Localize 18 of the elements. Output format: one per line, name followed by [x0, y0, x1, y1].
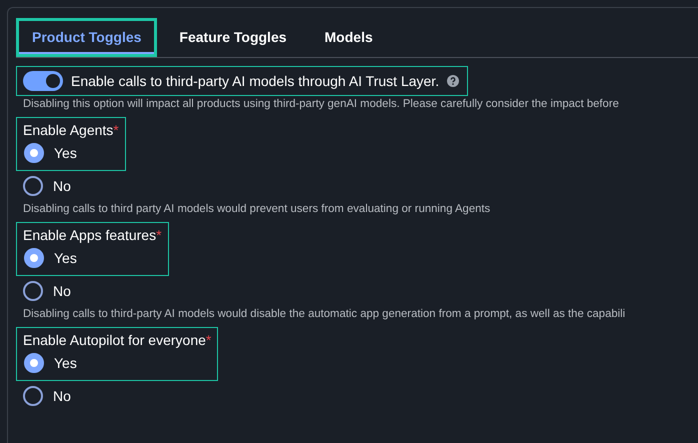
tab[interactable]: Models: [308, 18, 389, 57]
tab[interactable]: Product Toggles: [16, 18, 158, 57]
tab[interactable]: Feature Toggles: [163, 18, 303, 57]
radio-option[interactable]: No: [16, 381, 698, 411]
radio-option[interactable]: No: [16, 276, 698, 306]
description: Disabling this option will impact all products using third-party genAI models. Please carefully consider the impact before: [22, 97, 620, 112]
radio-option[interactable]: No: [16, 171, 698, 201]
toggle-switch[interactable]: [23, 71, 63, 91]
field-label: Enable Autopilot for everyone*: [23, 332, 212, 348]
description: Disabling calls to third party AI models would prevent users from evaluating or running Agents: [22, 202, 492, 217]
help-icon[interactable]: [447, 75, 460, 87]
description: Disabling calls to third-party AI models would disable the automatic app generation from a prompt, as well as the capabili: [22, 307, 626, 322]
toggle-label: Enable calls to third-party AI models through AI Trust Layer.: [71, 73, 440, 89]
radio-option[interactable]: Yes: [23, 138, 119, 168]
field-label: Enable Apps features*: [23, 227, 162, 243]
radio-option[interactable]: Yes: [23, 243, 162, 273]
field-label: Enable Agents*: [23, 122, 119, 138]
radio-option[interactable]: Yes: [23, 348, 212, 378]
